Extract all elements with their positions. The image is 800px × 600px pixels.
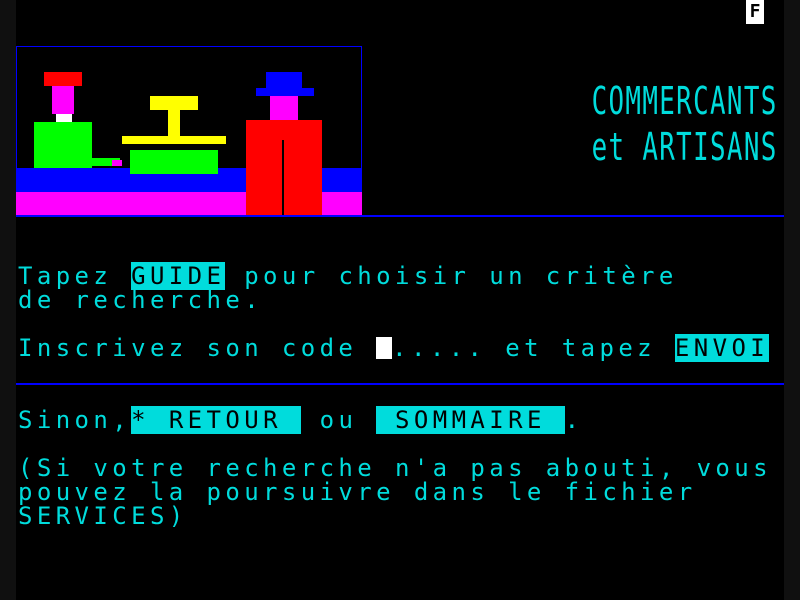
- scale-bowl: [150, 96, 198, 110]
- scale-foot: [130, 168, 218, 174]
- shopkeeper-head: [52, 86, 74, 114]
- page-title: COMMERCANTS et ARTISANS: [592, 78, 778, 170]
- shopkeeper-collar: [56, 114, 72, 122]
- instruction-line-2: de recherche.: [18, 286, 264, 314]
- customer-coat-line: [282, 140, 284, 216]
- instruction-text: et tapez: [486, 334, 675, 362]
- alternatives-text: .: [564, 406, 584, 434]
- retour-key[interactable]: RETOUR: [149, 406, 301, 434]
- divider-top: [16, 215, 784, 217]
- shopkeeper-hand: [112, 160, 122, 166]
- sommaire-key[interactable]: SOMMAIRE: [376, 406, 565, 434]
- code-input[interactable]: .....: [392, 334, 486, 362]
- alternatives-text: ou: [300, 406, 377, 434]
- screen-border-left: [0, 0, 16, 600]
- instruction-line-3: Inscrivez son code ..... et tapez ENVOI: [18, 334, 770, 362]
- alternatives-line: Sinon,* RETOUR ou SOMMAIRE .: [18, 406, 584, 434]
- status-indicator: F: [746, 0, 764, 24]
- title-line-1: COMMERCANTS: [591, 79, 778, 123]
- customer-coat: [246, 120, 322, 216]
- note-line-3: SERVICES): [18, 502, 188, 530]
- note-line-1: (Si votre recherche n'a pas abouti, vous: [18, 454, 772, 482]
- minitel-screen: F COMMERCANTS et ARTISANS Tapez GUIDE po…: [16, 0, 784, 600]
- instruction-text: pour choisir un critère: [225, 262, 678, 290]
- divider-bottom: [16, 383, 784, 385]
- note-line-2: pouvez la poursuivre dans le fichier: [18, 478, 697, 506]
- scale-base: [130, 150, 218, 168]
- shopkeeper-hair-top: [52, 72, 74, 78]
- customer-head: [270, 96, 298, 120]
- screen-border-right: [784, 0, 800, 600]
- envoi-key[interactable]: ENVOI: [674, 334, 770, 362]
- title-line-2: et ARTISANS: [591, 125, 778, 169]
- instruction-line-1: Tapez GUIDE pour choisir un critère: [18, 262, 678, 290]
- star-key[interactable]: *: [131, 406, 150, 434]
- scale-arm: [122, 136, 226, 144]
- shop-illustration: [16, 46, 362, 216]
- customer-hat-brim: [256, 88, 314, 96]
- code-cursor[interactable]: [376, 337, 393, 359]
- shopkeeper-body: [34, 122, 92, 168]
- alternatives-text: Sinon,: [18, 406, 132, 434]
- instruction-text: Inscrivez son code: [18, 334, 377, 362]
